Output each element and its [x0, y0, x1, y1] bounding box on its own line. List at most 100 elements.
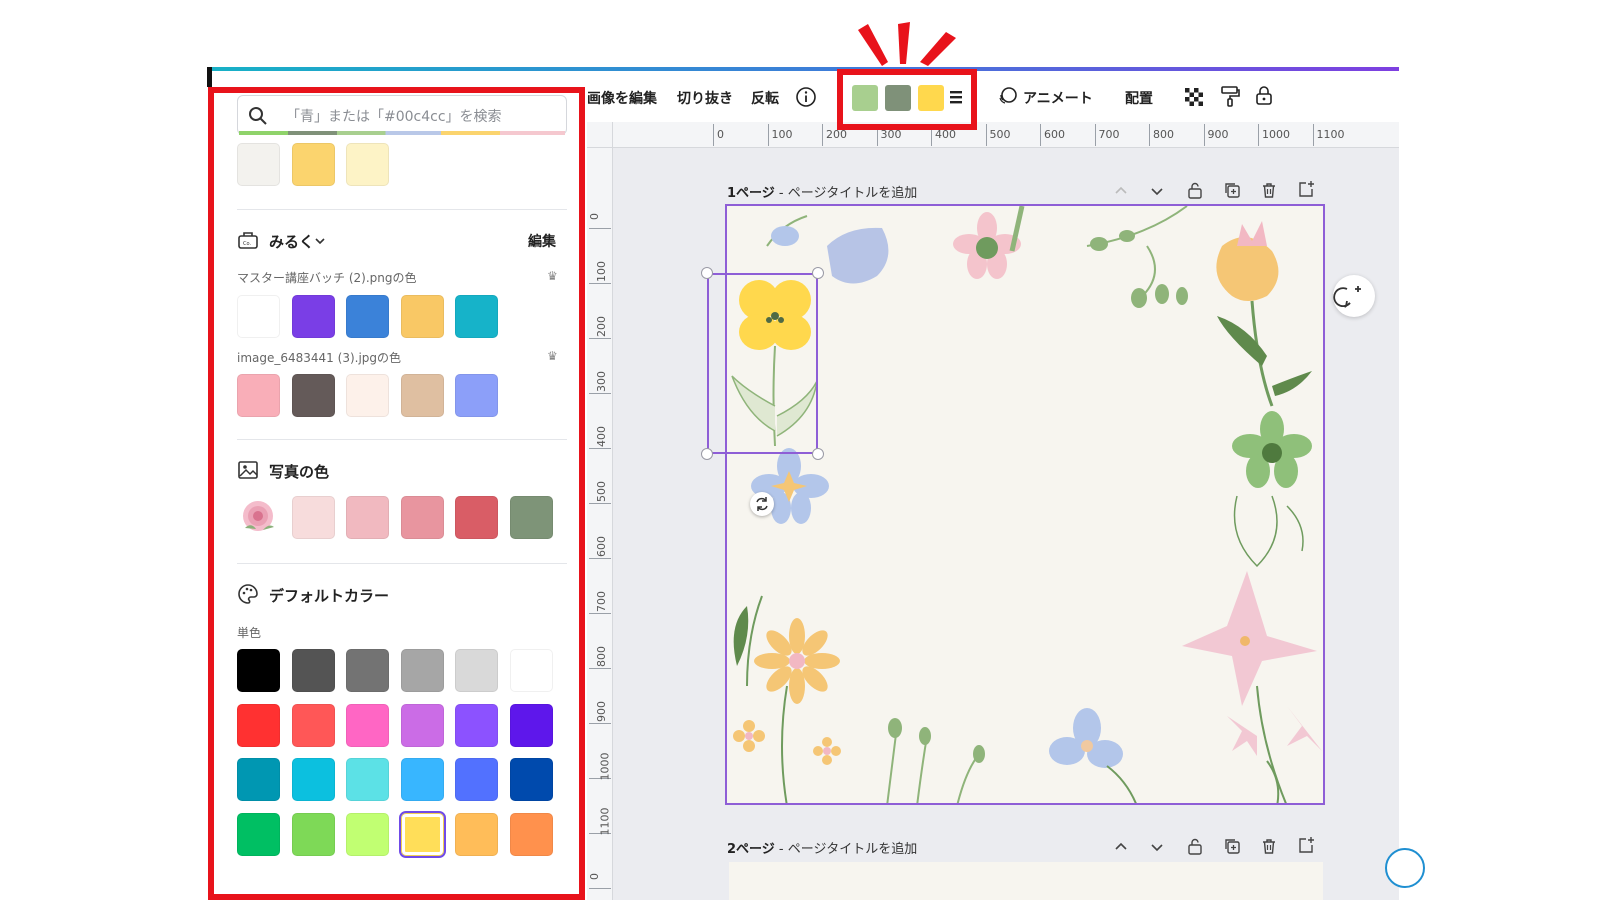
animate-button[interactable]: アニメート — [1023, 88, 1093, 108]
lock-icon[interactable] — [1186, 837, 1204, 855]
trash-icon[interactable] — [1260, 837, 1278, 855]
default-color-swatch[interactable] — [455, 649, 499, 692]
ruler-tick — [1312, 124, 1314, 146]
brand-color-swatch[interactable] — [455, 374, 499, 417]
default-color-swatch[interactable] — [510, 758, 553, 801]
ruler-label: 900 — [1207, 128, 1229, 141]
default-color-swatch[interactable] — [510, 703, 553, 747]
brand-color-swatch[interactable] — [291, 374, 335, 417]
default-color-swatch[interactable] — [291, 758, 335, 801]
default-color-swatch[interactable] — [455, 812, 499, 856]
more-icon[interactable] — [949, 86, 963, 108]
rotate-handle[interactable] — [750, 492, 774, 516]
page-2-title-placeholder[interactable]: ページタイトルを追加 — [788, 842, 917, 857]
default-color-swatch[interactable] — [455, 758, 499, 801]
brand-edit-button[interactable]: 編集 — [528, 231, 556, 251]
default-color-swatch[interactable] — [400, 649, 444, 692]
info-icon[interactable] — [795, 86, 817, 108]
brand-color-swatch[interactable] — [237, 295, 280, 338]
ruler-tick — [1258, 124, 1259, 146]
add-comment-button[interactable] — [1333, 275, 1375, 317]
default-color-swatch[interactable] — [291, 812, 335, 856]
ruler-tick — [589, 613, 611, 614]
page-1-title-placeholder[interactable]: ページタイトルを追加 — [788, 186, 917, 201]
photo-color-swatch[interactable] — [510, 496, 553, 539]
resize-handle-bottom-left[interactable] — [701, 448, 713, 460]
ruler-tick — [589, 448, 611, 449]
resize-handle-bottom-right[interactable] — [812, 448, 824, 460]
lock-icon[interactable] — [1253, 84, 1275, 106]
photo-color-swatch[interactable] — [346, 496, 390, 539]
default-color-swatch[interactable] — [291, 649, 335, 692]
default-color-swatch[interactable] — [346, 812, 390, 856]
brand-kit-title[interactable]: みるく — [269, 231, 314, 252]
color-swatch[interactable] — [346, 143, 390, 186]
default-color-swatch[interactable] — [455, 703, 499, 747]
trash-icon[interactable] — [1260, 181, 1278, 199]
crown-icon: ♛ — [547, 269, 558, 283]
crop-button[interactable]: 切り抜き — [677, 88, 733, 108]
transparency-icon[interactable] — [1183, 86, 1205, 108]
default-color-swatch[interactable] — [237, 649, 280, 692]
resize-handle-top-left[interactable] — [701, 267, 713, 279]
brand-color-swatch[interactable] — [291, 295, 335, 338]
default-color-swatch[interactable] — [291, 703, 335, 747]
default-color-swatch[interactable] — [237, 703, 280, 747]
chevron-down-icon[interactable] — [314, 236, 326, 246]
position-button[interactable]: 配置 — [1125, 88, 1153, 108]
brand-color-swatch[interactable] — [346, 374, 390, 417]
copy-style-icon[interactable] — [1219, 85, 1241, 107]
photo-color-swatch[interactable] — [291, 496, 335, 539]
default-color-swatch[interactable] — [510, 812, 553, 856]
chevron-down-icon[interactable] — [1148, 182, 1166, 200]
chevron-down-icon[interactable] — [1148, 838, 1166, 856]
element-color-swatch[interactable] — [852, 85, 878, 111]
default-color-swatch[interactable] — [346, 703, 390, 747]
design-page-2[interactable] — [729, 862, 1323, 900]
ruler-tick — [931, 124, 932, 146]
lock-icon[interactable] — [1186, 181, 1204, 199]
default-color-swatch[interactable] — [400, 758, 444, 801]
page-1-header[interactable]: 1ページ - ページタイトルを追加 — [727, 182, 917, 201]
brand-color-swatch[interactable] — [346, 295, 390, 338]
default-color-swatch[interactable] — [400, 703, 444, 747]
default-color-swatch[interactable] — [346, 649, 390, 692]
edit-image-button[interactable]: 画像を編集 — [587, 88, 657, 108]
brand-color-swatch[interactable] — [237, 374, 280, 417]
default-color-swatch[interactable] — [398, 810, 446, 858]
ruler-tick — [589, 668, 611, 669]
color-swatch[interactable] — [237, 143, 280, 186]
add-page-icon[interactable] — [1297, 180, 1315, 198]
color-search-input[interactable]: 「青」または「#00c4cc」を検索 — [237, 95, 567, 135]
resize-handle-top-right[interactable] — [812, 267, 824, 279]
default-color-swatch[interactable] — [237, 758, 280, 801]
chevron-up-icon[interactable] — [1112, 182, 1130, 200]
flip-button[interactable]: 反転 — [751, 88, 779, 108]
image-icon — [238, 461, 258, 479]
divider — [237, 209, 567, 210]
help-button[interactable] — [1385, 848, 1425, 888]
default-color-swatch[interactable] — [510, 649, 553, 692]
element-color-swatch[interactable] — [918, 85, 944, 111]
default-color-swatch[interactable] — [346, 758, 390, 801]
selection-box[interactable] — [707, 273, 818, 454]
color-swatch[interactable] — [291, 143, 335, 186]
brand-kit-icon: Co. — [238, 232, 258, 249]
brand-color-swatch[interactable] — [455, 295, 499, 338]
brand-color-swatch[interactable] — [400, 295, 444, 338]
element-color-swatch[interactable] — [885, 85, 911, 111]
photo-thumbnail[interactable] — [237, 496, 280, 539]
chevron-up-icon[interactable] — [1112, 838, 1130, 856]
duplicate-page-icon[interactable] — [1223, 181, 1241, 199]
default-color-swatch[interactable] — [237, 812, 280, 856]
brand-color-swatch[interactable] — [400, 374, 444, 417]
animate-icon — [999, 87, 1017, 104]
duplicate-page-icon[interactable] — [1223, 837, 1241, 855]
page-2-header[interactable]: 2ページ - ページタイトルを追加 — [727, 838, 917, 857]
photo-color-swatch[interactable] — [455, 496, 499, 539]
photo-color-swatch[interactable] — [400, 496, 444, 539]
rotate-icon — [756, 497, 768, 511]
ruler-label: 500 — [989, 128, 1011, 141]
add-page-icon[interactable] — [1297, 836, 1315, 854]
palette-label-2: image_6483441 (3).jpgの色 — [237, 351, 402, 365]
